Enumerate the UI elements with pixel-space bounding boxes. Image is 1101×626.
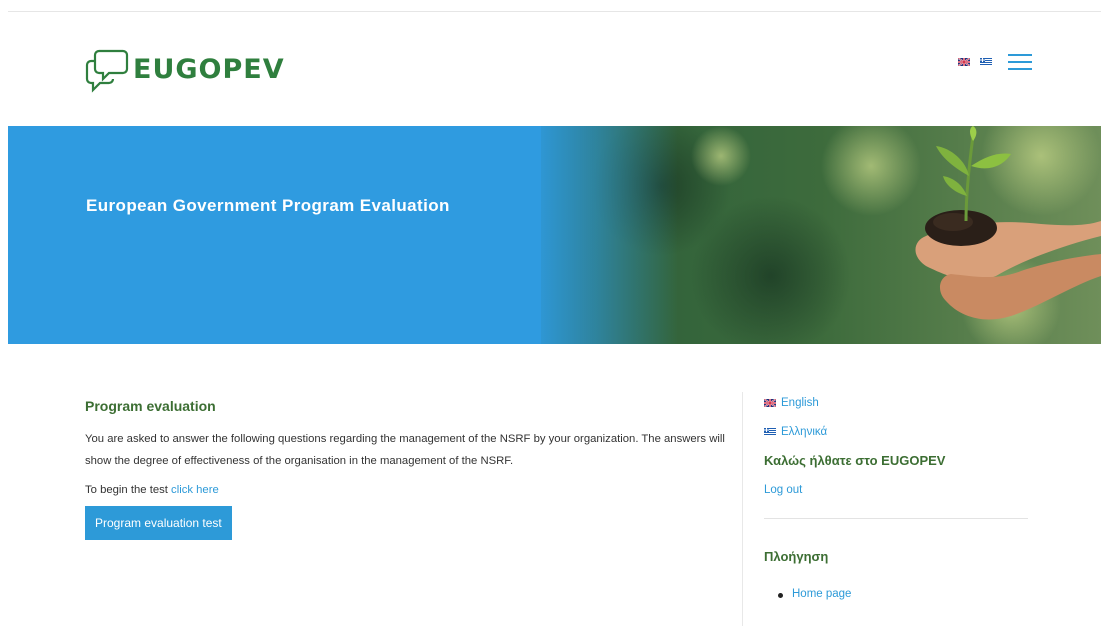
logout-link[interactable]: Log out [764, 484, 1028, 496]
logo-text: EUGOPEV [133, 54, 285, 85]
begin-prefix: To begin the test [85, 484, 168, 496]
language-greek-link[interactable]: Ελληνικά [764, 424, 1028, 440]
hamburger-icon[interactable] [1008, 54, 1032, 70]
language-label: English [781, 397, 819, 409]
greece-flag-icon [764, 428, 776, 436]
hero-title: European Government Program Evaluation [86, 196, 450, 215]
language-english-link[interactable]: English [764, 395, 1028, 411]
sidebar: English Ελληνικά Καλώς ήλθατε στο EUGOPE… [764, 395, 1028, 600]
nav-item-home[interactable]: Home page [778, 588, 1028, 600]
begin-line: To begin the test click here [85, 484, 725, 496]
program-evaluation-test-button[interactable]: Program evaluation test [85, 506, 232, 540]
navigation-heading: Πλοήγηση [764, 549, 829, 564]
page-title: Program evaluation [85, 398, 216, 414]
top-divider [8, 11, 1101, 12]
main-content: Program evaluation You are asked to answ… [85, 398, 725, 540]
speech-bubbles-icon [85, 49, 129, 93]
uk-flag-icon [764, 399, 776, 407]
sidebar-divider [742, 392, 743, 626]
language-label: Ελληνικά [781, 426, 828, 438]
site-logo[interactable]: EUGOPEV [85, 45, 285, 95]
welcome-heading: Καλώς ήλθατε στο EUGOPEV [764, 453, 946, 468]
hero-banner: European Government Program Evaluation [8, 126, 1101, 344]
uk-flag-icon[interactable] [958, 58, 970, 66]
intro-paragraph: You are asked to answer the following qu… [85, 433, 725, 467]
sidebar-separator [764, 518, 1028, 519]
hero-fade [528, 126, 678, 344]
navigation-list: Home page [778, 588, 1028, 600]
header-tools [958, 54, 1032, 70]
click-here-link[interactable]: click here [171, 484, 219, 496]
greece-flag-icon[interactable] [980, 58, 992, 66]
